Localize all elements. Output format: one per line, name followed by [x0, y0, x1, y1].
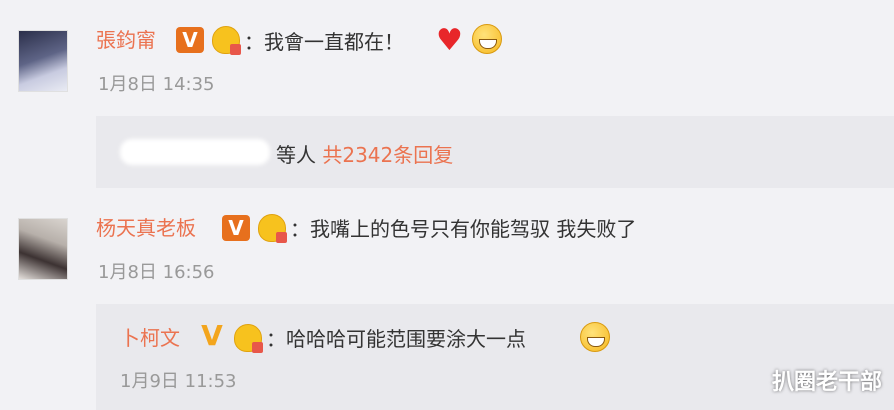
vip-crown-icon[interactable] [212, 26, 241, 55]
comment-username[interactable]: 張鈞甯 [96, 28, 156, 52]
blurred-usernames [120, 139, 270, 165]
reply-username[interactable]: 卜柯文 [120, 326, 180, 350]
comment-text: ：我嘴上的色号只有你能驾驭 我失败了 [290, 217, 637, 241]
vip-crown-icon[interactable] [258, 214, 287, 243]
avatar[interactable] [18, 30, 68, 92]
comment-text: ：我會一直都在！ [244, 30, 404, 54]
avatar[interactable] [18, 218, 68, 280]
comment-time: 1月8日 16:56 [98, 262, 215, 283]
comment-username[interactable]: 杨天真老板 [96, 216, 196, 240]
reply-summary-text: 等人 共2342条回复 [276, 143, 453, 167]
vip-crown-icon[interactable] [234, 324, 263, 353]
comment-time: 1月8日 14:35 [98, 74, 215, 95]
reply-summary-suffix: 等人 [276, 143, 316, 167]
reply-text: ：哈哈哈可能范围要涂大一点 [266, 327, 526, 351]
grin-emoji-icon [472, 24, 502, 54]
verified-v-icon: V [176, 27, 204, 53]
watermark: 扒圈老干部 [771, 370, 882, 395]
verified-v-icon: V [201, 319, 223, 352]
verified-v-icon: V [222, 215, 250, 241]
reply-time: 1月9日 11:53 [120, 371, 237, 392]
reply-count-link[interactable]: 共2342条回复 [322, 143, 453, 167]
heart-emoji-icon: ♥ [436, 23, 463, 58]
thinking-emoji-icon [580, 322, 610, 352]
